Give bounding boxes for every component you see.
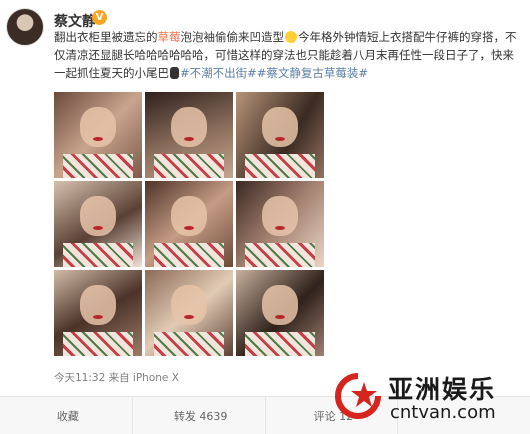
- verified-badge-icon: V: [92, 10, 107, 25]
- post-text-part-1: 翻出衣柜里被遗忘的: [54, 30, 158, 44]
- hashtag-1[interactable]: #不潮不出街#: [180, 66, 257, 80]
- star-logo-icon: [335, 373, 381, 419]
- post-text: 翻出衣柜里被遗忘的草莓泡泡袖偷偷来凹造型 今年格外钟情短上衣搭配牛仔裤的穿搭，不仅…: [54, 28, 524, 82]
- photo-thumbnail[interactable]: [145, 92, 233, 178]
- photo-thumbnail[interactable]: [54, 181, 142, 267]
- post-meta: 今天11:32 来自 iPhone X: [54, 372, 179, 384]
- photo-thumbnail[interactable]: [145, 270, 233, 356]
- photo-grid: [54, 92, 324, 356]
- weibo-post: 蔡文静 V 翻出衣柜里被遗忘的草莓泡泡袖偷偷来凹造型 今年格外钟情短上衣搭配牛仔裤…: [0, 0, 530, 434]
- photo-thumbnail[interactable]: [54, 92, 142, 178]
- dark-emoji-icon: [170, 67, 179, 79]
- favorite-label: 收藏: [56, 409, 79, 423]
- photo-thumbnail[interactable]: [145, 181, 233, 267]
- watermark: 亚洲娱乐 cntvan.com: [334, 368, 526, 430]
- highlight-keyword[interactable]: 草莓: [158, 30, 181, 44]
- favorite-button[interactable]: 收藏: [0, 397, 133, 434]
- wink-emoji-icon: [285, 31, 297, 43]
- watermark-url: cntvan.com: [390, 402, 496, 423]
- post-text-part-2: 泡泡袖偷偷来凹造型: [180, 30, 285, 44]
- avatar[interactable]: [6, 8, 44, 46]
- hashtag-2[interactable]: #蔡文静复古草莓装#: [257, 66, 368, 80]
- watermark-name: 亚洲娱乐: [388, 375, 497, 404]
- repost-button[interactable]: 转发 4639: [133, 397, 266, 434]
- photo-thumbnail[interactable]: [236, 181, 324, 267]
- repost-label: 转发 4639: [173, 409, 228, 423]
- photo-thumbnail[interactable]: [54, 270, 142, 356]
- photo-thumbnail[interactable]: [236, 92, 324, 178]
- photo-thumbnail[interactable]: [236, 270, 324, 356]
